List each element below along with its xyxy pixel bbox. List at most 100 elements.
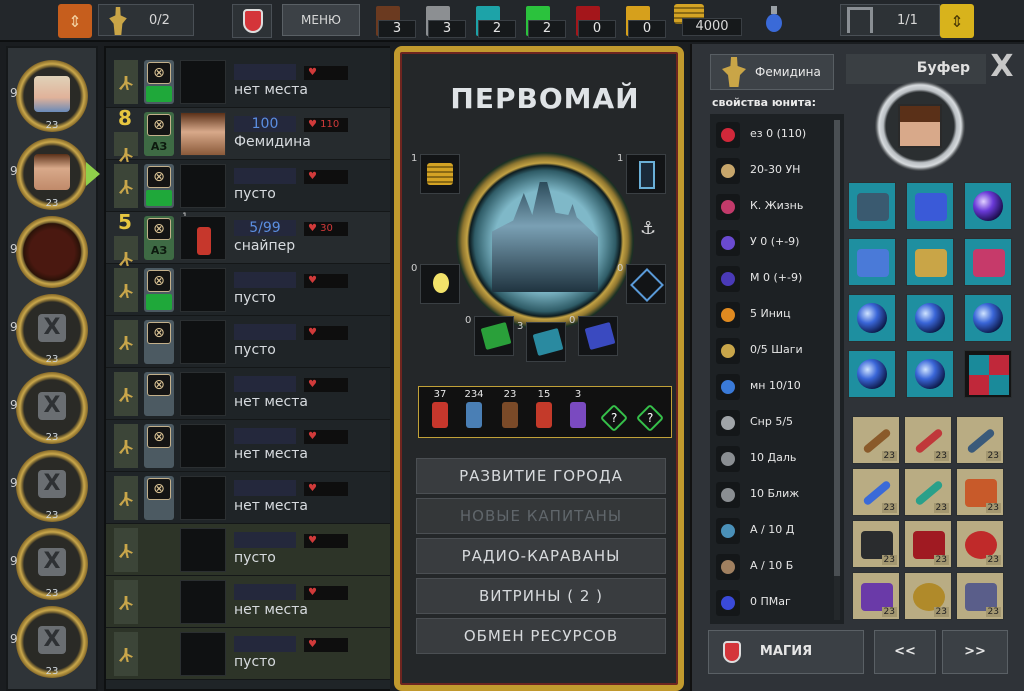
inventory-slot[interactable]: 23 — [852, 468, 900, 516]
unit-row[interactable]: ⊗ ♥ нет места — [106, 56, 392, 108]
tools-icon — [630, 268, 664, 302]
unit-portrait — [180, 164, 226, 208]
unit-row[interactable]: ⊗ ♥ пусто — [106, 264, 392, 316]
inventory-slot[interactable]: 23 — [904, 572, 952, 620]
inventory-slot[interactable]: 23 — [852, 520, 900, 568]
hero-slot[interactable]: 9 23 — [10, 60, 88, 132]
bulb-slot[interactable]: 0 — [411, 263, 460, 304]
skill-slot[interactable] — [906, 350, 954, 398]
faction-shield-icon[interactable] — [232, 4, 272, 38]
unit-hp: ♥ — [304, 534, 348, 548]
inventory-slot[interactable]: 23 — [852, 572, 900, 620]
unit-name: пусто — [234, 290, 276, 306]
skill-slot[interactable] — [848, 238, 896, 286]
unit-row[interactable]: 5 ⊗АЗ 1 5/99 ♥ 30 снайпер — [106, 210, 392, 264]
hero-slot[interactable]: 9 23 — [10, 138, 100, 210]
locked-slot: 9 X 23 — [10, 528, 88, 600]
inventory-slot[interactable]: 23 — [956, 416, 1004, 464]
gold-box: 4000 — [672, 4, 744, 36]
unit-row[interactable]: ⊗ ♥ нет места — [106, 472, 392, 524]
magic-button[interactable]: МАГИЯ — [708, 630, 864, 674]
inventory-slot[interactable]: 23 — [904, 468, 952, 516]
unit-name: пусто — [234, 342, 276, 358]
runner-icon — [114, 580, 138, 624]
scroll-slot[interactable]: 1 — [617, 153, 666, 194]
prop-row: А / 10 Д — [714, 514, 838, 548]
unit-name: Фемидина — [234, 134, 311, 150]
unit-row[interactable]: ⊗ ♥ нет места — [106, 368, 392, 420]
unit-stat — [234, 480, 296, 496]
unit-row[interactable]: ♥ нет места — [106, 576, 392, 628]
resource-exchange-button[interactable]: ОБМЕН РЕСУРСОВ — [416, 618, 666, 654]
skill-slot[interactable] — [906, 294, 954, 342]
unknown-icon: ? — [635, 403, 665, 433]
runner-icon — [114, 424, 138, 468]
city-development-button[interactable]: РАЗВИТИЕ ГОРОДА — [416, 458, 666, 494]
blue-book-slot[interactable]: 0 — [569, 315, 618, 356]
shield-icon — [973, 249, 1005, 277]
skill-slot[interactable] — [964, 294, 1012, 342]
close-icon[interactable]: X — [986, 52, 1018, 84]
inventory-slot[interactable]: 23 — [956, 572, 1004, 620]
recruit-unit[interactable]: 23 — [495, 389, 525, 435]
menu-button[interactable]: МЕНЮ — [282, 4, 360, 36]
skill-slot[interactable] — [848, 182, 896, 230]
inventory-slot[interactable]: 23 — [852, 416, 900, 464]
skill-slot[interactable] — [906, 238, 954, 286]
unit-row[interactable]: ⊗ ♥ пусто — [106, 160, 392, 212]
props-title: свойства юнита: — [712, 96, 817, 109]
unit-portrait — [180, 528, 226, 572]
unit-hp: ♥ — [304, 482, 348, 496]
skill-slot[interactable] — [848, 350, 896, 398]
radio-caravans-button[interactable]: РАДИО-КАРАВАНЫ — [416, 538, 666, 574]
mana-up-icon — [915, 193, 947, 221]
skill-slot[interactable] — [964, 238, 1012, 286]
unit-portrait — [180, 268, 226, 312]
prop-row: мн 10/10 — [714, 370, 838, 404]
skill-slot[interactable] — [906, 182, 954, 230]
teal-book-slot[interactable]: 3 — [517, 321, 566, 362]
unknown-unit[interactable]: ? — [635, 389, 665, 435]
scroll-right-toggle[interactable]: ⇕ — [940, 4, 974, 38]
prop-row: 0/5 Шаги — [714, 334, 838, 368]
unit-tab[interactable]: Фемидина — [710, 54, 834, 90]
next-button[interactable]: >> — [942, 630, 1008, 674]
runner-icon — [114, 60, 138, 104]
unit-row[interactable]: ⊗ ♥ нет места — [106, 420, 392, 472]
inventory-slot[interactable]: 23 — [956, 520, 1004, 568]
unit-shield-icon: ⊗ АЗ — [144, 216, 174, 260]
unit-row[interactable]: ⊗ ♥ пусто — [106, 316, 392, 368]
recruit-unit[interactable]: 15 — [529, 389, 559, 435]
skill-slot[interactable] — [848, 294, 896, 342]
skill-slot[interactable] — [964, 182, 1012, 230]
recruit-unit[interactable]: 37 — [425, 389, 455, 435]
unit-row[interactable]: ♥ пусто — [106, 628, 392, 680]
potion-icon[interactable] — [764, 6, 784, 34]
inventory-slot[interactable]: 23 — [956, 468, 1004, 516]
showcases-button[interactable]: ВИТРИНЫ ( 2 ) — [416, 578, 666, 614]
unknown-unit[interactable]: ? — [599, 389, 629, 435]
wizard-icon — [570, 402, 586, 428]
hero-face — [898, 104, 942, 148]
tools-slot[interactable]: 0 — [617, 263, 666, 304]
green-book-slot[interactable]: 0 — [465, 315, 514, 356]
unit-hp: ♥ — [304, 378, 348, 392]
party-icon — [109, 7, 127, 35]
runner-icon — [114, 164, 138, 208]
inventory-slot[interactable]: 23 — [904, 416, 952, 464]
prev-button[interactable]: << — [874, 630, 936, 674]
props-scrollbar[interactable] — [834, 120, 840, 620]
skill-slot[interactable] — [964, 350, 1012, 398]
unit-row[interactable]: 8 ⊗ АЗ 100 ♥ 110 Фемидина — [106, 106, 392, 160]
coins-slot[interactable]: 1 — [411, 153, 460, 194]
scroll-left-toggle[interactable]: ⇕ — [58, 4, 92, 38]
hero-slot[interactable]: 9 — [10, 216, 88, 288]
unit-row[interactable]: ♥ пусто — [106, 524, 392, 576]
recruit-unit[interactable]: 3 — [563, 389, 593, 435]
scroll-thumb[interactable] — [834, 120, 840, 576]
inventory-slot[interactable]: 23 — [904, 520, 952, 568]
unit-shield-icon: ⊗ — [144, 164, 174, 208]
defense-icon — [716, 230, 740, 256]
recruit-unit[interactable]: 234 — [459, 389, 489, 435]
scroll-icon — [639, 161, 655, 189]
